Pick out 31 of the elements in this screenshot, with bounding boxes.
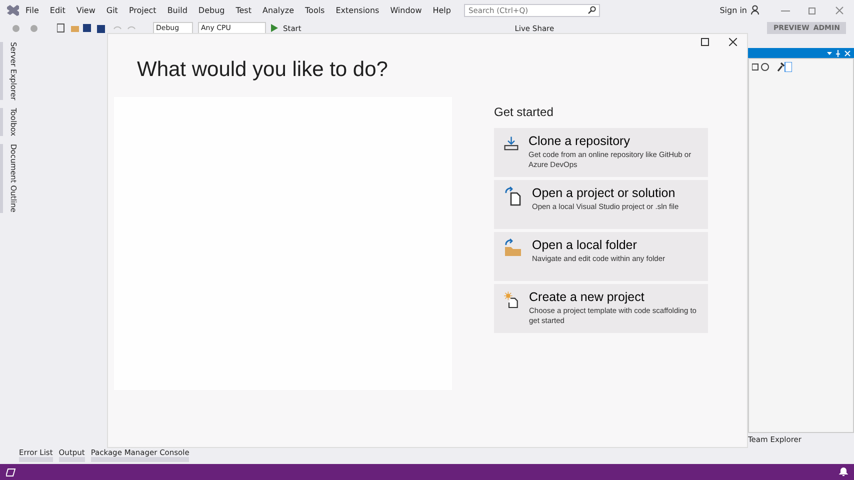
notification-area-icon[interactable] (6, 468, 16, 476)
menu-item[interactable]: View (70, 6, 101, 14)
file-tools-icon[interactable] (57, 23, 107, 33)
menu-item[interactable]: Help (427, 6, 456, 14)
close-icon[interactable] (729, 38, 737, 46)
new-file-icon (504, 290, 520, 310)
panel-tools-icon[interactable] (752, 62, 792, 72)
person-icon[interactable] (751, 5, 761, 15)
maximize-icon[interactable] (701, 38, 709, 46)
menu-item[interactable]: Edit (44, 6, 71, 14)
menu-item[interactable]: Build (162, 6, 193, 14)
menu-item[interactable]: Analyze (256, 6, 300, 14)
menu-item[interactable]: Tools (300, 6, 330, 14)
play-icon (271, 24, 278, 32)
menu-item[interactable]: File (20, 6, 44, 14)
open-folder-icon (504, 238, 522, 258)
panel-controls-icon[interactable] (827, 50, 851, 56)
sign-in-link[interactable]: Sign in (720, 6, 747, 14)
search-icon (588, 6, 596, 14)
app-logo-icon (6, 3, 20, 17)
restore-icon[interactable] (808, 6, 817, 14)
menu-item[interactable]: Test (230, 6, 257, 14)
open-file-icon (504, 186, 522, 206)
dialog-title: What would you like to do? (137, 58, 389, 82)
section-heading: Get started (494, 105, 554, 119)
menu-item[interactable]: Git (100, 6, 124, 14)
menu-item[interactable]: Window (384, 6, 428, 14)
menu-item[interactable]: Extensions (330, 6, 385, 14)
menu-item[interactable]: Debug (192, 6, 230, 14)
menu-item[interactable]: Project (123, 6, 162, 14)
bell-icon[interactable] (839, 467, 848, 477)
